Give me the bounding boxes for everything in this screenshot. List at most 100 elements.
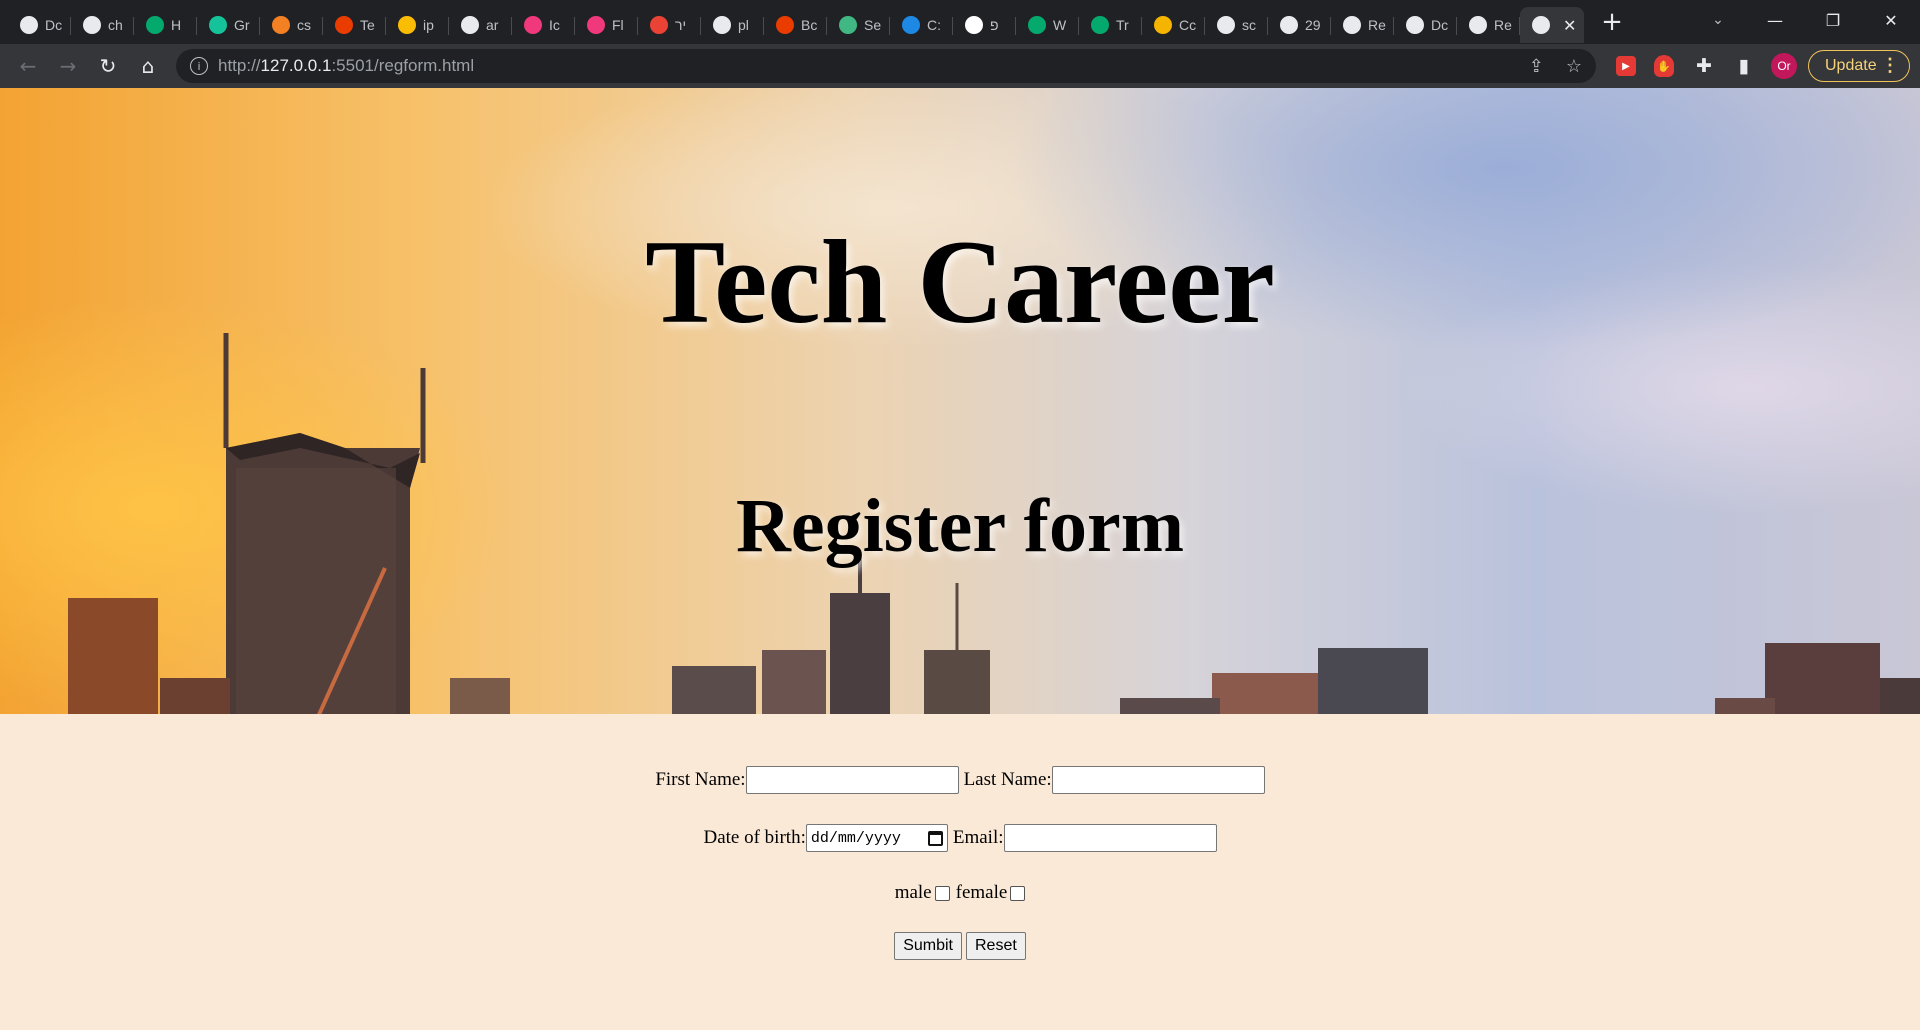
url-host: 127.0.0.1 bbox=[260, 56, 332, 75]
browser-tab[interactable]: Ic bbox=[512, 7, 575, 43]
browser-tab[interactable]: Gr bbox=[197, 7, 260, 43]
reset-button[interactable]: Reset bbox=[966, 932, 1026, 960]
home-icon[interactable]: ⌂ bbox=[128, 48, 168, 84]
browser-tab[interactable]: H bbox=[134, 7, 197, 43]
vue-icon bbox=[839, 16, 857, 34]
calendar-icon[interactable] bbox=[927, 830, 943, 846]
tab-search-icon[interactable]: ⌄ bbox=[1700, 6, 1736, 34]
tab-label: Gr bbox=[234, 17, 250, 33]
tab-label: ch bbox=[108, 17, 123, 33]
extensions-puzzle-icon[interactable]: ✚ bbox=[1686, 44, 1722, 88]
office-icon bbox=[335, 16, 353, 34]
close-window-button[interactable]: ✕ bbox=[1862, 0, 1920, 40]
browser-tab[interactable]: Bc bbox=[764, 7, 827, 43]
browser-tab[interactable]: C: bbox=[890, 7, 953, 43]
browser-tab[interactable]: Re bbox=[1457, 7, 1520, 43]
female-checkbox[interactable] bbox=[1010, 885, 1026, 901]
tab-list: Dc ch H Gr cs Te ip ar Ic Fl יר pl Bc Se C: פ W Tr Cc sc 29 R… bbox=[0, 0, 1630, 44]
dob-placeholder: dd/mm/yyyy bbox=[810, 829, 901, 847]
reload-icon[interactable]: ↻ bbox=[88, 48, 128, 84]
submit-button[interactable]: Sumbit bbox=[894, 932, 962, 960]
browser-tab[interactable]: פ bbox=[953, 7, 1016, 43]
update-button[interactable]: Update ⋮ bbox=[1808, 50, 1910, 82]
forward-icon[interactable]: → bbox=[48, 48, 88, 84]
globe-icon bbox=[20, 16, 38, 34]
menu-dots-icon[interactable]: ⋮ bbox=[1881, 55, 1899, 76]
page-title: Tech Career bbox=[645, 215, 1275, 348]
w3schools-icon bbox=[1091, 16, 1109, 34]
tab-label: יר bbox=[675, 17, 687, 33]
active-browser-tab[interactable]: ✕ bbox=[1520, 7, 1584, 43]
new-tab-button[interactable]: + bbox=[1594, 4, 1630, 40]
first-name-input[interactable] bbox=[745, 766, 959, 794]
male-checkbox[interactable] bbox=[934, 885, 950, 901]
address-bar[interactable]: i http://127.0.0.1:5501/regform.html ⇪ ☆ bbox=[176, 49, 1596, 83]
globe-icon bbox=[1343, 16, 1361, 34]
office-icon bbox=[776, 16, 794, 34]
globe-icon bbox=[1469, 16, 1487, 34]
window-controls: — ❐ ✕ bbox=[1746, 0, 1920, 40]
back-icon[interactable]: ← bbox=[8, 48, 48, 84]
tab-label: Ic bbox=[549, 17, 560, 33]
extension-icon bbox=[1154, 16, 1172, 34]
side-panel-icon[interactable]: ▮ bbox=[1726, 44, 1762, 88]
browser-tab[interactable]: ch bbox=[71, 7, 134, 43]
browser-tab[interactable]: 29 bbox=[1268, 7, 1331, 43]
tab-label: Dc bbox=[45, 17, 63, 33]
profile-initials: Or bbox=[1771, 53, 1797, 79]
bird-icon bbox=[524, 16, 542, 34]
browser-tab[interactable]: Fl bbox=[575, 7, 638, 43]
browser-tab[interactable]: W bbox=[1016, 7, 1079, 43]
globe-icon bbox=[1532, 16, 1550, 34]
google-drive-icon bbox=[398, 16, 416, 34]
gender-row: male female bbox=[0, 882, 1920, 904]
tab-label: Bc bbox=[801, 17, 818, 33]
extension-red-play-icon[interactable]: ▶ bbox=[1608, 44, 1644, 88]
bird-icon bbox=[587, 16, 605, 34]
female-label: female bbox=[955, 882, 1008, 903]
browser-tab[interactable]: Re bbox=[1331, 7, 1394, 43]
close-tab-icon[interactable]: ✕ bbox=[1563, 16, 1576, 35]
restore-button[interactable]: ❐ bbox=[1804, 0, 1862, 40]
email-input[interactable] bbox=[1003, 824, 1217, 852]
tab-label: sc bbox=[1242, 17, 1256, 33]
browser-tab[interactable]: Cc bbox=[1142, 7, 1205, 43]
google-icon bbox=[461, 16, 479, 34]
browser-tab[interactable]: Te bbox=[323, 7, 386, 43]
bookmark-star-icon[interactable]: ☆ bbox=[1566, 56, 1582, 77]
browser-tab[interactable]: pl bbox=[701, 7, 764, 43]
tab-label: Se bbox=[864, 17, 882, 33]
browser-tab[interactable]: Dc bbox=[8, 7, 71, 43]
browser-tab[interactable]: ar bbox=[449, 7, 512, 43]
hero-banner: Tech Career Register form bbox=[0, 88, 1920, 714]
browser-tab[interactable]: Se bbox=[827, 7, 890, 43]
browser-tab[interactable]: ip bbox=[386, 7, 449, 43]
male-label: male bbox=[894, 882, 932, 903]
browser-tab[interactable]: יר bbox=[638, 7, 701, 43]
url-text[interactable]: http://127.0.0.1:5501/regform.html bbox=[218, 56, 474, 76]
last-name-label: Last Name: bbox=[963, 769, 1052, 790]
share-icon[interactable]: ⇪ bbox=[1529, 56, 1544, 77]
dob-email-row: Date of birth: dd/mm/yyyy Email: bbox=[0, 824, 1920, 852]
site-info-icon[interactable]: i bbox=[190, 57, 208, 75]
browser-toolbar: ← → ↻ ⌂ i http://127.0.0.1:5501/regform.… bbox=[0, 44, 1920, 88]
browser-tab[interactable]: sc bbox=[1205, 7, 1268, 43]
browser-tab[interactable]: Dc bbox=[1394, 7, 1457, 43]
google-icon bbox=[83, 16, 101, 34]
last-name-input[interactable] bbox=[1051, 766, 1265, 794]
browser-tab[interactable]: cs bbox=[260, 7, 323, 43]
city-skyline-image bbox=[68, 333, 1920, 714]
dob-input[interactable]: dd/mm/yyyy bbox=[805, 824, 948, 852]
tab-label: ip bbox=[423, 17, 434, 33]
wikipedia-icon bbox=[965, 16, 983, 34]
first-name-label: First Name: bbox=[655, 769, 746, 790]
browser-tab[interactable]: Tr bbox=[1079, 7, 1142, 43]
edge-icon bbox=[902, 16, 920, 34]
email-label: Email: bbox=[952, 827, 1004, 848]
profile-avatar[interactable]: Or bbox=[1766, 44, 1802, 88]
tab-label: Fl bbox=[612, 17, 624, 33]
minimize-button[interactable]: — bbox=[1746, 0, 1804, 40]
extension-hand-icon[interactable]: ✋ bbox=[1646, 44, 1682, 88]
tab-label: C: bbox=[927, 17, 941, 33]
update-label: Update bbox=[1825, 57, 1877, 74]
